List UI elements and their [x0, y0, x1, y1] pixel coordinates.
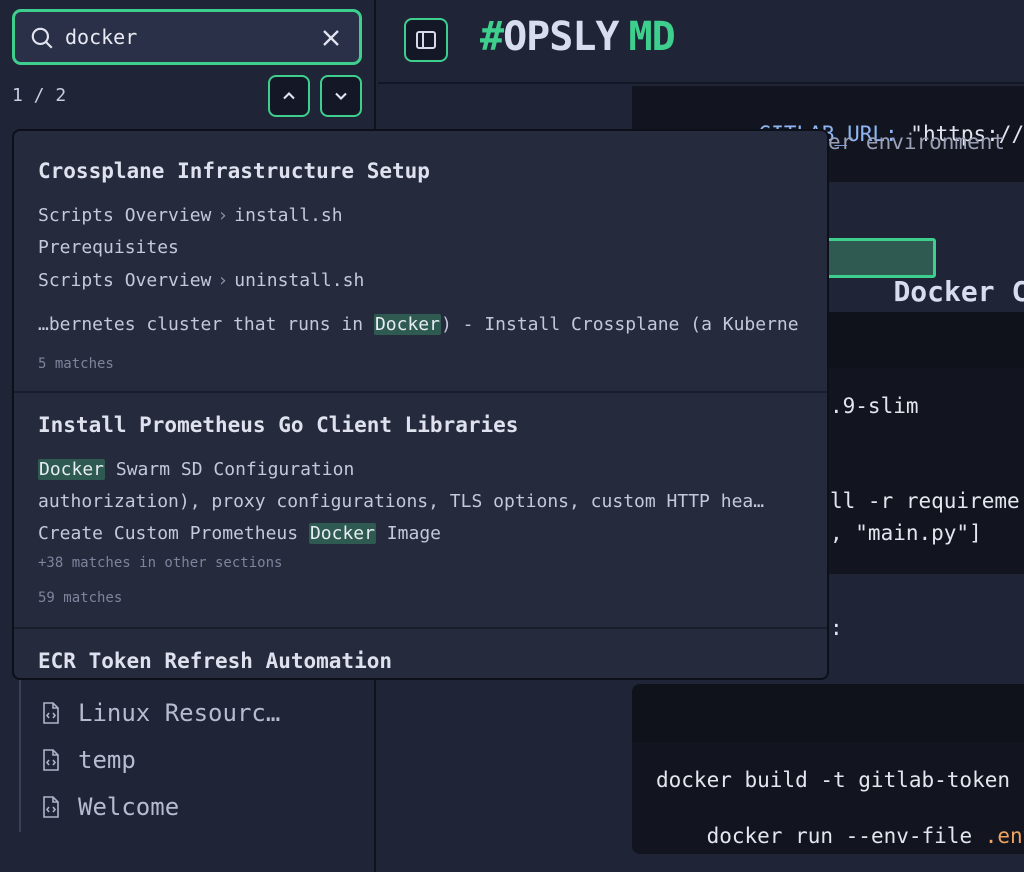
snippet-text: Image	[375, 523, 441, 544]
code-line: ll -r requireme	[830, 489, 1020, 513]
code-line: docker run --env-file .env g	[656, 800, 1024, 872]
search-result[interactable]: ECR Token Refresh Automation	[14, 629, 827, 678]
snippet-text: ) - Install Crossplane (a Kuberne	[440, 314, 799, 335]
result-section[interactable]: Scripts Overview › uninstall.sh	[38, 270, 364, 291]
breadcrumb-item: uninstall.sh	[234, 270, 365, 291]
sidebar-toggle-button[interactable]	[404, 18, 448, 62]
previous-match-button[interactable]	[268, 75, 310, 117]
breadcrumb-separator: ›	[217, 270, 229, 291]
result-section[interactable]: Docker Swarm SD Configuration	[38, 459, 354, 480]
sidebar-icon	[416, 31, 436, 49]
logo-suffix: MD	[628, 14, 676, 60]
breadcrumb-parent: Scripts Overview	[38, 205, 212, 226]
result-snippet: …bernetes cluster that runs in Docker) -…	[38, 314, 799, 335]
text-colon: :	[830, 616, 843, 640]
file-item[interactable]: Linux Resourc…	[40, 698, 280, 728]
chevron-up-icon	[283, 92, 295, 100]
next-match-button[interactable]	[320, 75, 362, 117]
breadcrumb-separator: ›	[217, 205, 229, 226]
match-count: 59 matches	[38, 590, 123, 606]
code-line: docker build -t gitlab-token	[656, 768, 1011, 792]
match-highlight: Docker	[308, 523, 376, 544]
file-item[interactable]: temp	[40, 745, 136, 775]
tree-guide-line	[19, 680, 21, 832]
file-item[interactable]: Welcome	[40, 792, 179, 822]
search-result[interactable]: Install Prometheus Go Client Libraries D…	[14, 393, 827, 627]
heading-match: Docker	[893, 275, 995, 308]
app-header: #OPSLY MD	[378, 0, 1024, 84]
file-code-icon	[43, 796, 59, 818]
app-logo: #OPSLY MD	[480, 14, 676, 60]
file-name: temp	[78, 746, 136, 774]
chevron-down-icon	[335, 92, 347, 100]
dockerfile-header	[828, 312, 1024, 368]
file-code-icon	[43, 702, 59, 724]
result-section[interactable]: Create Custom Prometheus Docker Image	[38, 523, 441, 544]
close-icon[interactable]	[317, 24, 345, 52]
search-icon	[31, 27, 53, 49]
match-highlight: Docker	[38, 459, 106, 480]
search-box[interactable]	[12, 9, 362, 65]
search-input[interactable]	[65, 20, 315, 54]
result-snippet: authorization), proxy configurations, TL…	[38, 491, 765, 512]
result-title: ECR Token Refresh Automation	[38, 649, 393, 673]
search-result[interactable]: Crossplane Infrastructure Setup Scripts …	[14, 131, 827, 391]
other-sections-count: +38 matches in other sections	[38, 555, 283, 571]
breadcrumb-parent: Scripts Overview	[38, 270, 212, 291]
match-highlight: Docker	[373, 314, 441, 335]
search-results-panel: Crossplane Infrastructure Setup Scripts …	[12, 129, 829, 680]
snippet-text: Swarm SD Configuration	[105, 459, 355, 480]
code-text: docker run --env-file	[706, 824, 985, 848]
breadcrumb-item: install.sh	[234, 205, 343, 226]
logo-hash: #	[480, 14, 504, 60]
code-env-token: .env	[984, 824, 1024, 848]
code-line: .9-slim	[830, 394, 919, 418]
shell-header	[632, 684, 1024, 742]
result-title: Install Prometheus Go Client Libraries	[38, 413, 519, 437]
code-line: , "main.py"]	[830, 521, 982, 545]
result-title: Crossplane Infrastructure Setup	[38, 159, 430, 183]
file-code-icon	[43, 749, 59, 771]
result-section[interactable]: Prerequisites	[38, 237, 179, 258]
result-section[interactable]: Scripts Overview › install.sh	[38, 205, 343, 226]
logo-name: OPSLY	[503, 14, 619, 60]
heading-rest: Cont	[1011, 275, 1024, 308]
match-counter: 1 / 2	[12, 85, 67, 106]
env-comment: er environment	[828, 130, 1006, 154]
snippet-text: …bernetes cluster that runs in	[38, 314, 374, 335]
match-count: 5 matches	[38, 356, 114, 372]
file-name: Welcome	[78, 793, 180, 821]
file-name: Linux Resourc…	[78, 699, 281, 727]
snippet-text: Create Custom Prometheus	[38, 523, 309, 544]
